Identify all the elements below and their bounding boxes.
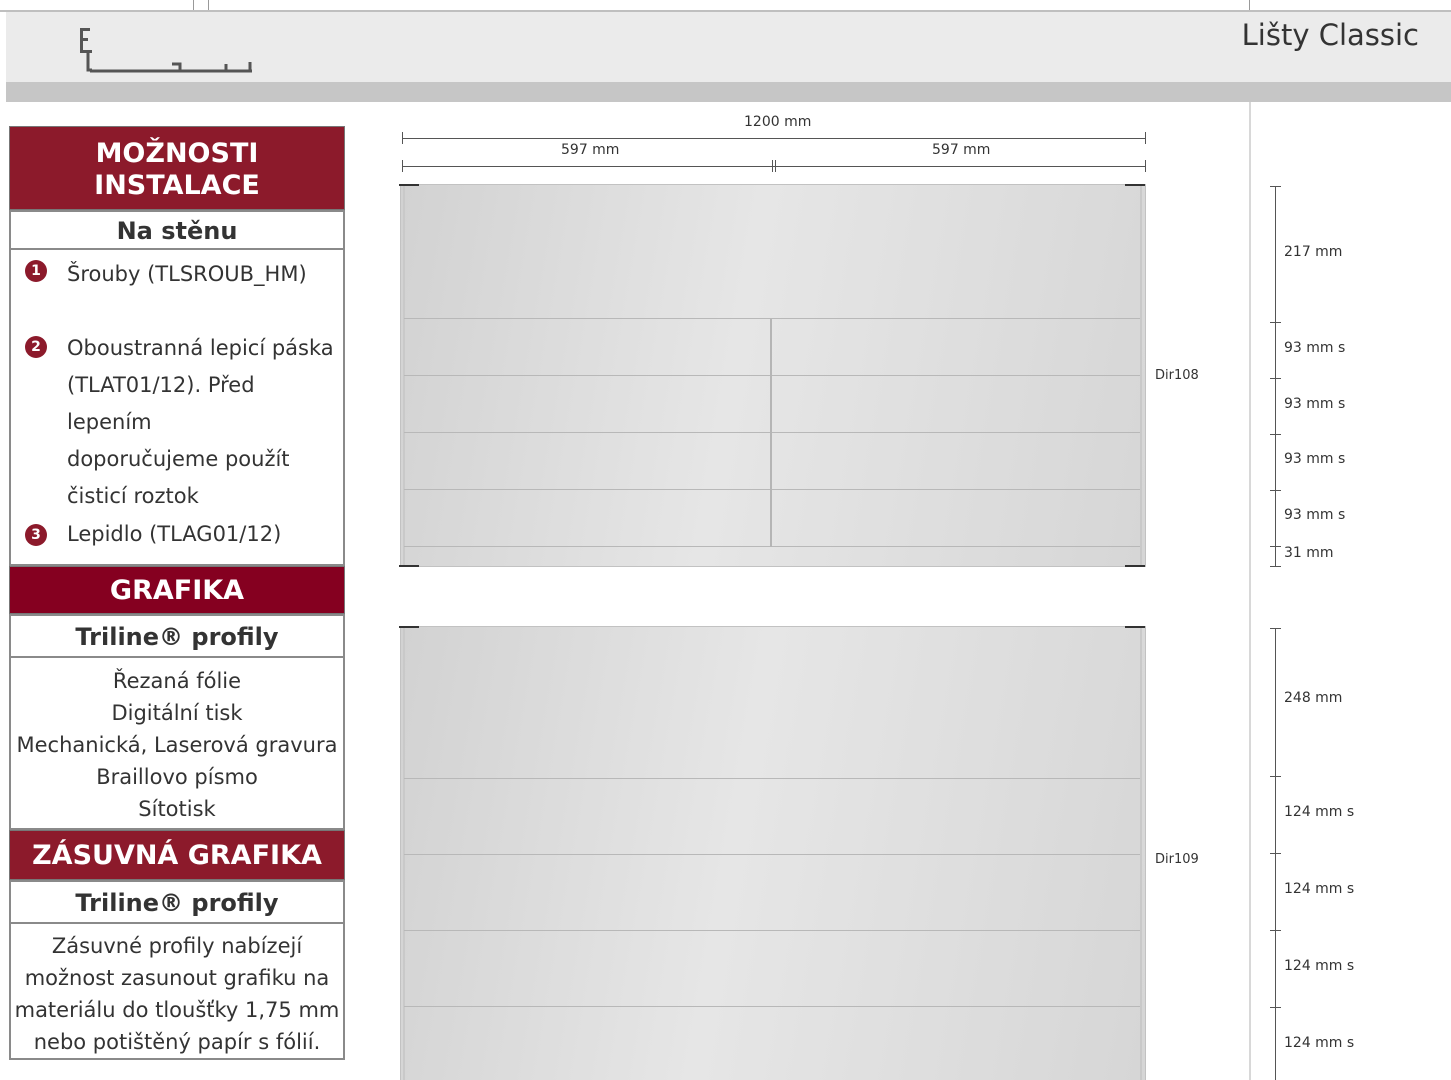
- corner-cap: [399, 626, 419, 628]
- dimension-label: 124 mm s: [1284, 804, 1355, 820]
- panel-code: Dir108: [1155, 368, 1199, 383]
- panel-seam: [404, 1006, 1140, 1007]
- slide-line: Zásuvné profily nabízejí: [51, 934, 303, 958]
- dimension-label: 31 mm: [1284, 545, 1334, 561]
- slide-subheading: Triline® profily: [9, 880, 345, 924]
- corner-cap: [399, 184, 419, 186]
- dimension-line: [402, 166, 1146, 167]
- dimension-tick: [1270, 853, 1281, 854]
- panel-edge: [403, 186, 405, 566]
- crop-mark: [1249, 0, 1250, 10]
- dimension-tick: [775, 160, 776, 172]
- graphics-item: Řezaná fólie: [112, 669, 242, 693]
- dimension-tick: [1270, 1007, 1281, 1008]
- dimension-label: 93 mm s: [1284, 396, 1346, 412]
- number-badge: 1: [25, 260, 47, 282]
- install-item-screws: Šrouby (TLSROUB_HM): [67, 262, 307, 286]
- dimension-tick: [1270, 490, 1281, 491]
- crop-mark: [208, 0, 209, 10]
- dimension-label: 124 mm s: [1284, 958, 1355, 974]
- install-box: 1 Šrouby (TLSROUB_HM) 2 Oboustranná lepi…: [9, 248, 345, 566]
- dimension-tick: [1270, 186, 1281, 187]
- dimension-left: 597 mm: [561, 142, 620, 158]
- dimension-tick: [1270, 930, 1281, 931]
- corner-cap: [1125, 565, 1145, 567]
- slide-line: možnost zasunout grafiku na: [24, 966, 330, 990]
- panel-edge: [1140, 628, 1142, 1080]
- panel-seam: [404, 930, 1140, 931]
- dimension-label: 124 mm s: [1284, 881, 1355, 897]
- graphics-item: Digitální tisk: [111, 701, 243, 725]
- dimension-total: 1200 mm: [744, 114, 812, 130]
- graphics-item: Mechanická, Laserová gravura: [16, 733, 338, 757]
- number-badge: 3: [25, 524, 47, 546]
- corner-cap: [399, 565, 419, 567]
- dimension-right: 597 mm: [932, 142, 991, 158]
- install-item-tape-line: čisticí roztok: [67, 484, 199, 508]
- graphics-item: Sítotisk: [138, 797, 216, 821]
- panel-vertical-seam: [770, 319, 772, 547]
- dimension-label: 93 mm s: [1284, 340, 1346, 356]
- dimension-label: 217 mm: [1284, 244, 1343, 260]
- page-title: Lišty Classic: [1241, 18, 1419, 52]
- column-divider: [1249, 102, 1251, 1080]
- panel-seam: [404, 432, 1140, 433]
- corner-cap: [1125, 626, 1145, 628]
- dimension-tick: [772, 160, 773, 172]
- panel-code: Dir109: [1155, 852, 1199, 867]
- dimension-tick: [1270, 434, 1281, 435]
- install-heading: MOŽNOSTI INSTALACE: [9, 126, 345, 210]
- dimension-label: 248 mm: [1284, 690, 1343, 706]
- panel-seam: [404, 318, 1140, 319]
- install-subheading: Na stěnu: [9, 210, 345, 250]
- install-item-tape-line: Oboustranná lepicí páska: [67, 336, 334, 360]
- panel-seam: [404, 489, 1140, 490]
- dimension-tick: [1145, 132, 1146, 144]
- dimension-tick: [402, 132, 403, 144]
- slide-heading: ZÁSUVNÁ GRAFIKA: [9, 830, 345, 880]
- vertical-dimension-line: [1275, 186, 1276, 566]
- number-badge: 2: [25, 336, 47, 358]
- sign-panel-dir109: [400, 626, 1146, 1080]
- top-strip: [0, 0, 1451, 10]
- profile-logo-icon: [80, 28, 252, 73]
- panel-seam: [404, 375, 1140, 376]
- panel-seam: [404, 854, 1140, 855]
- dimension-label: 124 mm s: [1284, 1035, 1355, 1051]
- graphics-box: Řezaná fólie Digitální tisk Mechanická, …: [9, 656, 345, 830]
- install-item-tape: Oboustranná lepicí páska (TLAT01/12). Př…: [67, 330, 343, 515]
- vertical-dimension-line: [1275, 628, 1276, 1080]
- dimension-tick: [1270, 378, 1281, 379]
- dimension-label: 93 mm s: [1284, 451, 1346, 467]
- dimension-tick: [1270, 322, 1281, 323]
- dimension-tick: [1270, 566, 1281, 567]
- crop-mark: [193, 0, 194, 10]
- dimension-tick: [1145, 160, 1146, 172]
- panel-seam: [404, 778, 1140, 779]
- graphics-item: Braillovo písmo: [96, 765, 258, 789]
- graphics-heading: GRAFIKA: [9, 566, 345, 614]
- slide-box: Zásuvné profily nabízejí možnost zasunou…: [9, 922, 345, 1060]
- dimension-tick: [1270, 776, 1281, 777]
- install-heading-text: MOŽNOSTI INSTALACE: [94, 138, 260, 201]
- install-item-tape-line: doporučujeme použít: [67, 447, 290, 471]
- install-item-glue: Lepidlo (TLAG01/12): [67, 522, 282, 546]
- panel-seam: [404, 546, 1140, 547]
- graphics-subheading: Triline® profily: [9, 614, 345, 658]
- corner-cap: [1125, 184, 1145, 186]
- dimension-label: 93 mm s: [1284, 507, 1346, 523]
- dimension-tick: [1270, 628, 1281, 629]
- dimension-tick: [402, 160, 403, 172]
- panel-edge: [1140, 186, 1142, 566]
- header-grey-bar: [6, 82, 1451, 102]
- dimension-tick: [1270, 546, 1281, 547]
- slide-line: materiálu do tloušťky 1,75 mm: [14, 998, 340, 1022]
- install-item-tape-line: (TLAT01/12). Před lepením: [67, 373, 255, 434]
- dimension-line: [402, 138, 1146, 139]
- slide-line: nebo potištěný papír s fólií.: [33, 1030, 321, 1054]
